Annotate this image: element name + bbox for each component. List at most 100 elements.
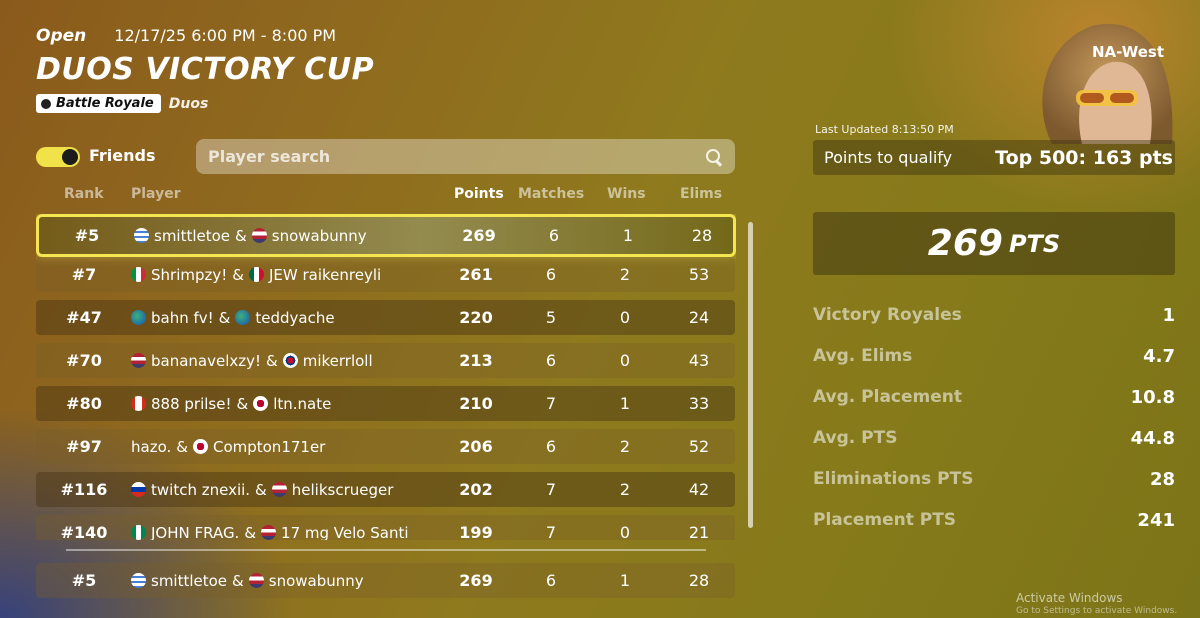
- leaderboard-list[interactable]: #5 smittletoe & snowabunny 269 6 1 28 #7 Shrimpzy…: [36, 214, 736, 540]
- player-1-name: twitch znexii.: [151, 480, 251, 499]
- event-info: Open 12/17/25 6:00 PM - 8:00 PM: [36, 26, 336, 46]
- japan-flag-icon: [253, 396, 269, 411]
- col-elims[interactable]: Elims: [680, 186, 722, 202]
- player-2-name: helikscrueger: [291, 480, 394, 499]
- player-cell[interactable]: Shrimpzy! & JEW raikenreyli: [131, 257, 381, 292]
- player-2-name: Compton171er: [212, 437, 326, 456]
- region-label: NA-West: [1092, 43, 1164, 61]
- matches-cell: 6: [545, 351, 557, 370]
- player-cell[interactable]: smittletoe & snowabunny: [131, 563, 364, 598]
- player-cell[interactable]: 888 prilse! & ltn.nate: [131, 386, 331, 421]
- usa-flag-icon: [251, 228, 267, 243]
- elims-cell: 28: [688, 571, 710, 590]
- elims-cell: 33: [688, 394, 710, 413]
- player-cell[interactable]: JOHN FRAG. & 17 mg Velo Santi: [131, 515, 409, 540]
- wins-cell: 2: [619, 437, 631, 456]
- player-2-name: JEW raikenreyli: [268, 265, 382, 284]
- stat-label: Avg. Elims: [813, 346, 913, 366]
- rank-cell: #5: [74, 226, 100, 245]
- matches-cell: 6: [545, 571, 557, 590]
- qualify-box: Points to qualify Top 500: 163 pts: [813, 140, 1175, 175]
- my-team-row[interactable]: #5 smittletoe & snowabunny 269 6 1 28: [36, 563, 735, 598]
- player-search[interactable]: [196, 139, 735, 174]
- scrollbar-thumb[interactable]: [748, 222, 753, 528]
- player-1-name: bananavelxzy!: [151, 351, 262, 370]
- table-row[interactable]: #47 bahn fv! & teddyache 220 5 0 24: [36, 300, 735, 335]
- table-row[interactable]: #97 hazo. & Compton171er 206 6 2 52: [36, 429, 735, 464]
- wins-cell: 2: [619, 480, 631, 499]
- player-2-name: snowabunny: [271, 226, 367, 245]
- player-cell[interactable]: bananavelxzy! & mikerrloll: [131, 343, 373, 378]
- total-points: 269: [927, 223, 1003, 264]
- player-2-name: mikerrloll: [302, 351, 373, 370]
- player-1-name: smittletoe: [151, 571, 228, 590]
- rank-cell: #7: [71, 265, 97, 284]
- stat-value: 241: [1137, 510, 1175, 531]
- table-row[interactable]: #7 Shrimpzy! & JEW raikenreyli 261 6 2 53: [36, 257, 735, 292]
- mode-label: Battle Royale: [56, 96, 154, 111]
- usa-flag-icon: [248, 573, 264, 588]
- page-title: DUOS VICTORY CUP: [36, 52, 375, 87]
- elims-cell: 24: [688, 308, 710, 327]
- russia-flag-icon: [131, 482, 146, 497]
- ampersand: &: [176, 437, 188, 456]
- mexico-flag-icon: [248, 267, 264, 282]
- player-cell[interactable]: smittletoe & snowabunny: [134, 217, 367, 254]
- canada-flag-icon: [131, 396, 146, 411]
- player-1-name: Shrimpzy!: [151, 265, 228, 284]
- points-cell: 210: [459, 394, 493, 413]
- elims-cell: 53: [688, 265, 710, 284]
- stat-row: Placement PTS 241: [813, 510, 1175, 531]
- player-2-name: 17 mg Velo Santi: [281, 523, 409, 541]
- character-portrait: [1042, 23, 1173, 144]
- search-input[interactable]: [208, 147, 705, 166]
- ampersand: &: [235, 226, 247, 245]
- col-points[interactable]: Points: [454, 186, 504, 202]
- table-row[interactable]: #116 twitch znexii. & helikscrueger 202 7 2 42: [36, 472, 735, 507]
- matches-cell: 7: [545, 394, 557, 413]
- player-cell[interactable]: bahn fv! & teddyache: [131, 300, 335, 335]
- uruguay-flag-icon: [134, 228, 149, 243]
- player-cell[interactable]: hazo. & Compton171er: [131, 429, 325, 464]
- player-1-name: smittletoe: [154, 226, 231, 245]
- friends-toggle[interactable]: [36, 147, 80, 167]
- matches-cell: 7: [545, 480, 557, 499]
- stat-row: Avg. PTS 44.8: [813, 428, 1175, 449]
- elims-cell: 43: [688, 351, 710, 370]
- table-row[interactable]: #70 bananavelxzy! & mikerrloll 213 6 0 43: [36, 343, 735, 378]
- player-1-name: hazo.: [131, 437, 172, 456]
- stat-row: Avg. Placement 10.8: [813, 387, 1175, 408]
- col-player: Player: [131, 186, 181, 202]
- rank-cell: #47: [66, 308, 102, 327]
- stat-value: 4.7: [1143, 346, 1175, 367]
- table-row[interactable]: #140 JOHN FRAG. & 17 mg Velo Santi 199 7 0 21: [36, 515, 735, 540]
- matches-cell: 6: [545, 265, 557, 284]
- stat-value: 1: [1162, 305, 1175, 326]
- search-icon[interactable]: [705, 148, 723, 166]
- matches-cell: 6: [548, 226, 560, 245]
- player-cell[interactable]: twitch znexii. & helikscrueger: [131, 472, 393, 507]
- col-wins[interactable]: Wins: [607, 186, 646, 202]
- rank-cell: #140: [60, 523, 108, 540]
- elims-cell: 52: [688, 437, 710, 456]
- matches-cell: 7: [545, 523, 557, 540]
- nigeria-flag-icon: [131, 525, 146, 540]
- korea-flag-icon: [282, 353, 298, 368]
- wins-cell: 0: [619, 523, 631, 540]
- globe-flag-icon: [235, 310, 251, 325]
- table-row[interactable]: #80 888 prilse! & ltn.nate 210 7 1 33: [36, 386, 735, 421]
- divider: [66, 549, 706, 551]
- total-points-unit: PTS: [1008, 229, 1061, 258]
- ampersand: &: [266, 351, 278, 370]
- rank-cell: #80: [66, 394, 102, 413]
- rank-cell: #5: [71, 571, 97, 590]
- stat-row: Eliminations PTS 28: [813, 469, 1175, 490]
- points-cell: 202: [459, 480, 493, 499]
- table-row-selected[interactable]: #5 smittletoe & snowabunny 269 6 1 28: [36, 214, 736, 257]
- scrollbar[interactable]: [748, 222, 753, 528]
- col-matches[interactable]: Matches: [518, 186, 584, 202]
- elims-cell: 21: [688, 523, 710, 540]
- mode-sub-label: Duos: [168, 95, 209, 112]
- points-cell: 213: [459, 351, 493, 370]
- stat-label: Victory Royales: [813, 305, 962, 325]
